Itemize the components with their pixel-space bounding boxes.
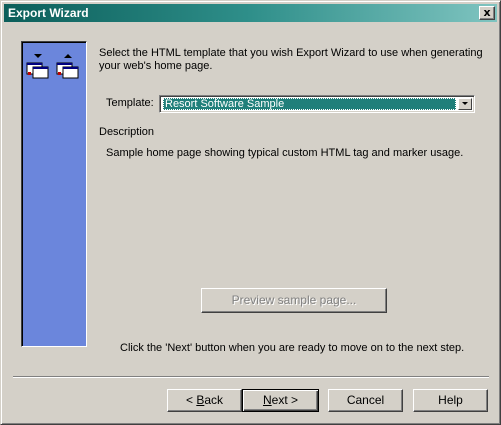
help-button-label: Help [438,393,463,407]
next-button-label: ext > [271,393,299,407]
preview-sample-page-button[interactable]: Preview sample page... [201,288,387,313]
back-button[interactable]: < Back [167,389,242,412]
template-select[interactable]: Resort Software Sample [159,95,475,113]
next-button-mnemonic: N [262,393,272,407]
wizard-side-panel [21,41,87,347]
instruction-line-2: your web's home page. [99,60,213,72]
help-button[interactable]: Help [413,389,488,412]
export-wizard-window: Export Wizard x Select the HTML template… [0,0,501,425]
preview-button-label: Preview sample page... [231,293,357,307]
next-button[interactable]: Next > [242,389,319,412]
chevron-down-icon[interactable] [458,98,472,110]
button-separator [13,376,489,378]
page-arrow-up-icon [56,54,79,79]
cancel-button[interactable]: Cancel [328,389,403,412]
title-bar[interactable]: Export Wizard x [4,4,497,22]
next-step-hint: Click the 'Next' button when you are rea… [120,342,465,354]
template-selected-value: Resort Software Sample [163,98,456,110]
close-icon: x [483,6,491,19]
close-button[interactable]: x [479,6,495,20]
template-label: Template: [106,97,154,109]
description-text: Sample home page showing typical custom … [106,147,464,159]
window-title: Export Wizard [8,6,89,20]
description-heading: Description [99,126,155,138]
back-button-prefix: < [185,393,197,407]
page-arrow-down-icon [26,54,49,79]
cancel-button-label: Cancel [346,393,385,407]
instruction-line-1: Select the HTML template that you wish E… [99,47,483,59]
back-button-label: ack [204,393,224,407]
